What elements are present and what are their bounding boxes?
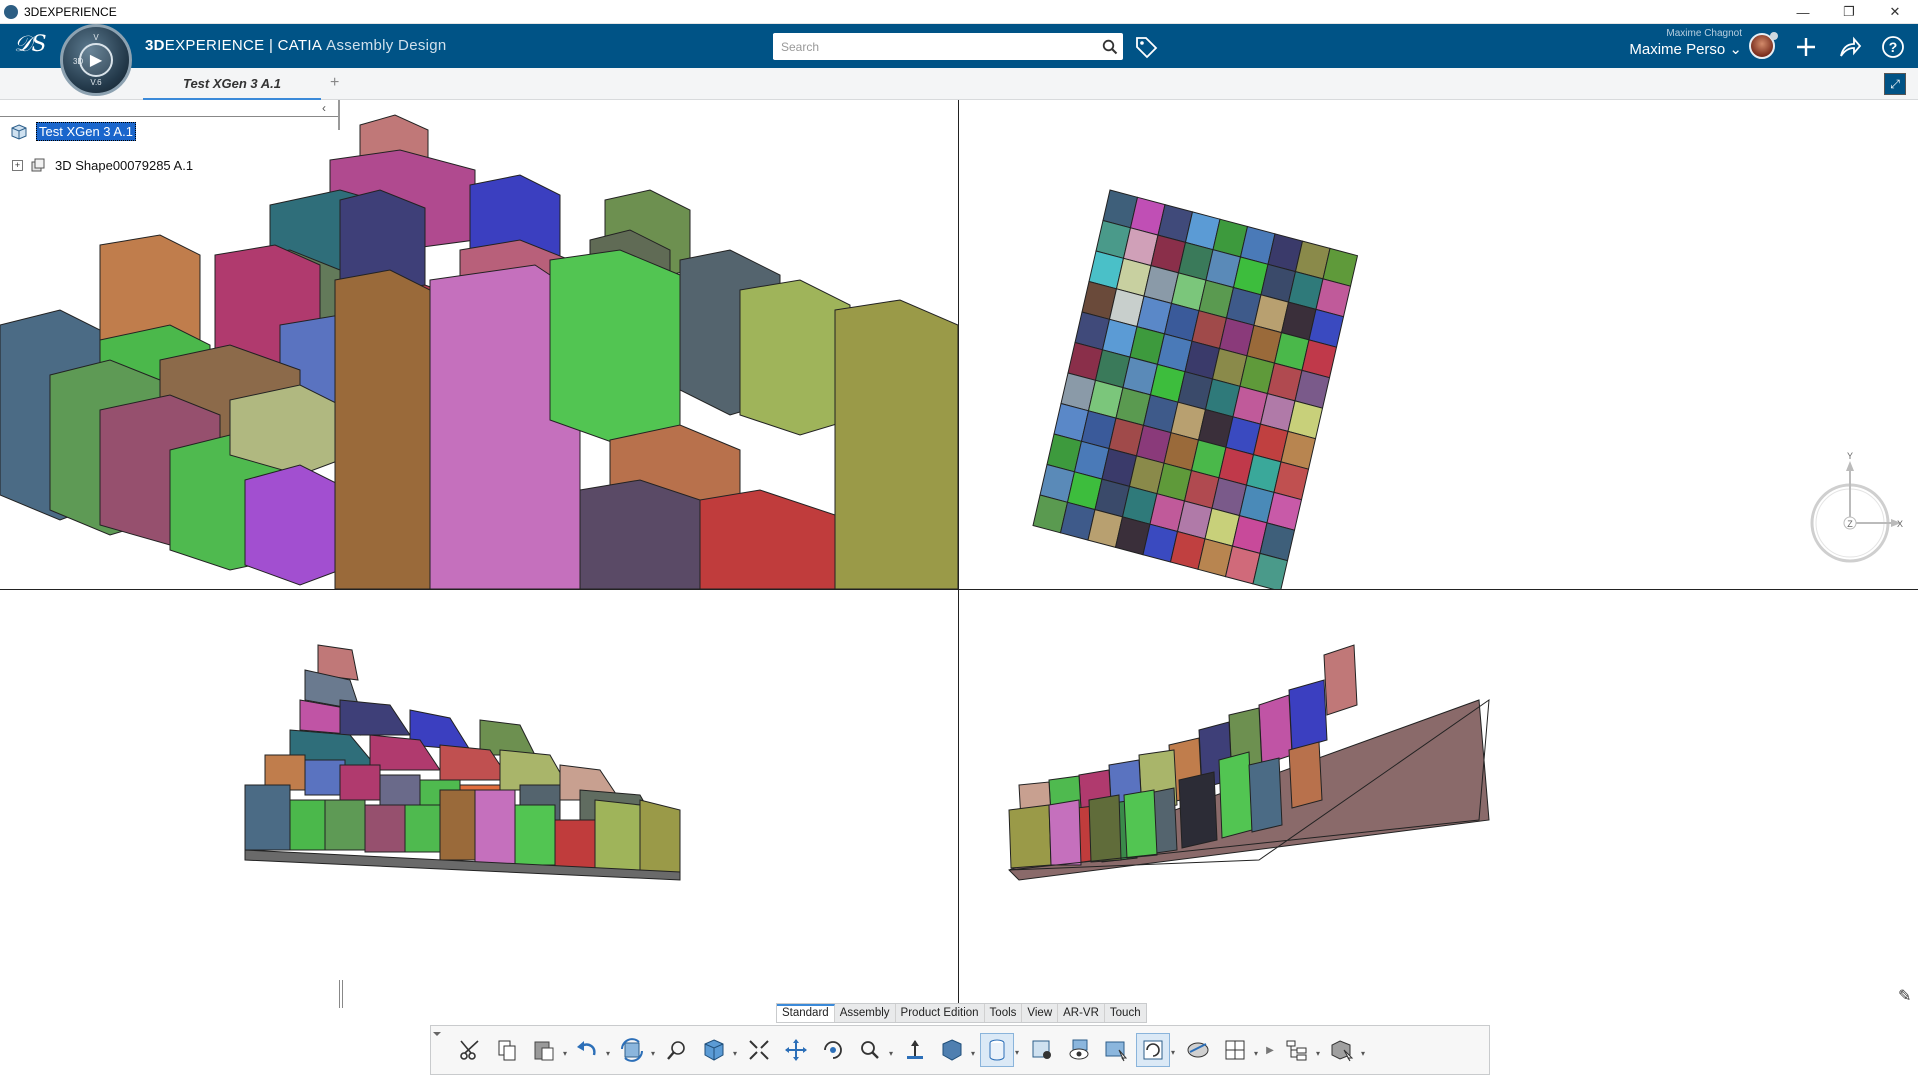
tree-root-label[interactable]: Test XGen 3 A.1 [36,122,136,141]
app-name: Assembly Design [326,37,447,54]
action-bar-tools: ▾ ▾ ▾ ▾ ▾ ▾ ▾ ▾ ▾ ▶ ▾ ▾ [430,1025,1490,1075]
section-product-edition[interactable]: Product Edition [896,1004,985,1022]
new-tab-icon[interactable]: + [330,74,339,92]
section-ar-vr[interactable]: AR-VR [1058,1004,1105,1022]
more-tools-icon[interactable]: ▶ [1263,1033,1277,1067]
viewport-divider-vertical[interactable] [958,100,959,1010]
3d-shape-icon [31,158,45,172]
section-view[interactable]: View [1022,1004,1059,1022]
tree-header [0,100,338,117]
expand-icon[interactable]: + [12,159,23,171]
zoom-icon[interactable]: ▾ [853,1033,893,1067]
section-tools[interactable]: Tools [985,1004,1023,1022]
tree-icon[interactable]: ▾ [1280,1033,1320,1067]
compass-version: V.6 [90,78,102,87]
normal-view-icon[interactable] [898,1033,932,1067]
compass-v-icon: V [93,33,99,42]
chevron-down-icon: ⌄ [1729,41,1742,58]
app-brand: 3DEXPERIENCE | CATIA Assembly Design [145,37,447,54]
dassault-logo-icon[interactable]: 𝒟S [14,32,47,57]
tree-node-3d-shape[interactable]: + 3D Shape00079285 A.1 [12,156,193,174]
section-assembly[interactable]: Assembly [835,1004,896,1022]
collapse-tree-icon[interactable]: ‹ [322,101,326,115]
undo-icon[interactable]: ▾ [570,1033,610,1067]
bottom-splitter[interactable] [339,980,343,1008]
window-titlebar: 3DEXPERIENCE — ❐ ✕ [0,0,1918,24]
axis-compass-icon[interactable]: Y Z X [1795,443,1905,568]
view-mode-icon[interactable] [1025,1033,1059,1067]
copy-icon[interactable] [490,1033,524,1067]
window-title: 3DEXPERIENCE [24,4,117,19]
search-input[interactable] [773,34,1097,59]
tree-splitter[interactable] [338,100,340,130]
view-cube-icon[interactable]: ▾ [697,1033,737,1067]
app-logo-icon [4,4,18,19]
compass-widget[interactable]: V 3D ▶ V.6 [60,24,132,96]
top-bar: 𝒟S 3DEXPERIENCE | CATIAAssembly Design M… [0,24,1918,68]
viewport-divider-horizontal[interactable] [0,589,1918,590]
rotate-icon[interactable] [816,1033,850,1067]
product-icon [11,123,27,140]
brand-main: EXPERIENCE | CATIA [164,37,323,54]
tag-icon[interactable] [1133,34,1159,60]
svg-text:?: ? [1889,39,1898,55]
cylinder-icon[interactable]: ▾ [980,1033,1019,1067]
brand-prefix: 3D [145,37,165,54]
axis-y-label: Y [1847,451,1853,461]
3d-annotation-icon[interactable]: ▾ [1325,1033,1365,1067]
viewport-side-view[interactable] [959,590,1918,1010]
multi-view-icon[interactable] [1181,1033,1215,1067]
tree-node-label[interactable]: 3D Shape00079285 A.1 [55,158,193,173]
section-standard[interactable]: Standard [777,1004,835,1022]
update-icon[interactable]: ▾ [615,1033,655,1067]
search-box[interactable] [773,33,1123,60]
tab-bar: Test XGen 3 A.1 + ⤢ [0,68,1918,100]
add-icon[interactable] [1793,34,1819,60]
play-icon[interactable]: ▶ [79,43,113,77]
user-menu[interactable]: Maxime Chagnot Maxime Perso ⌄ [1600,28,1742,58]
pen-icon[interactable]: ✎ [1898,986,1911,1006]
render-style-icon[interactable]: ▾ [935,1033,975,1067]
paste-icon[interactable]: ▾ [527,1033,567,1067]
help-icon[interactable]: ? [1880,34,1906,60]
search-icon[interactable] [1097,34,1123,59]
selection-mode-icon[interactable]: ▾ [1136,1033,1175,1067]
viewport-area[interactable]: ‹ Test XGen 3 A.1 + 3D Shape00079285 A.1… [0,100,1918,1079]
actionbar-grip-icon[interactable] [433,1030,447,1070]
viewport-top-view[interactable] [959,100,1918,589]
pan-icon[interactable] [779,1033,813,1067]
section-touch[interactable]: Touch [1105,1004,1146,1022]
window-controls: — ❐ ✕ [1780,0,1918,24]
specification-tree: ‹ Test XGen 3 A.1 + 3D Shape00079285 A.1 [0,100,340,200]
cut-icon[interactable] [453,1033,487,1067]
swap-visible-icon[interactable] [1099,1033,1133,1067]
tab-test-xgen[interactable]: Test XGen 3 A.1 [143,68,321,100]
fit-all-icon[interactable] [742,1033,776,1067]
tree-root-node[interactable]: Test XGen 3 A.1 [10,122,136,141]
action-bar-sections: Standard Assembly Product Edition Tools … [776,1003,1147,1023]
action-bar: Standard Assembly Product Edition Tools … [430,1003,1490,1079]
user-full-name: Maxime Chagnot [1666,28,1742,39]
maximize-viewer-icon[interactable]: ⤢ [1884,73,1906,95]
restore-icon[interactable]: ❐ [1826,0,1872,24]
zoom-area-icon[interactable] [660,1033,694,1067]
viewport-front-view[interactable] [0,590,958,1010]
axis-z-label: Z [1847,519,1853,529]
minimize-icon[interactable]: — [1780,0,1826,24]
axis-x-label: X [1897,519,1903,529]
user-name: Maxime Perso [1629,41,1726,58]
share-icon[interactable] [1837,34,1863,60]
layout-icon[interactable]: ▾ [1218,1033,1258,1067]
hide-show-icon[interactable] [1062,1033,1096,1067]
compass-3d-icon: 3D [73,57,84,66]
close-icon[interactable]: ✕ [1872,0,1918,24]
notification-dot [1770,32,1778,40]
